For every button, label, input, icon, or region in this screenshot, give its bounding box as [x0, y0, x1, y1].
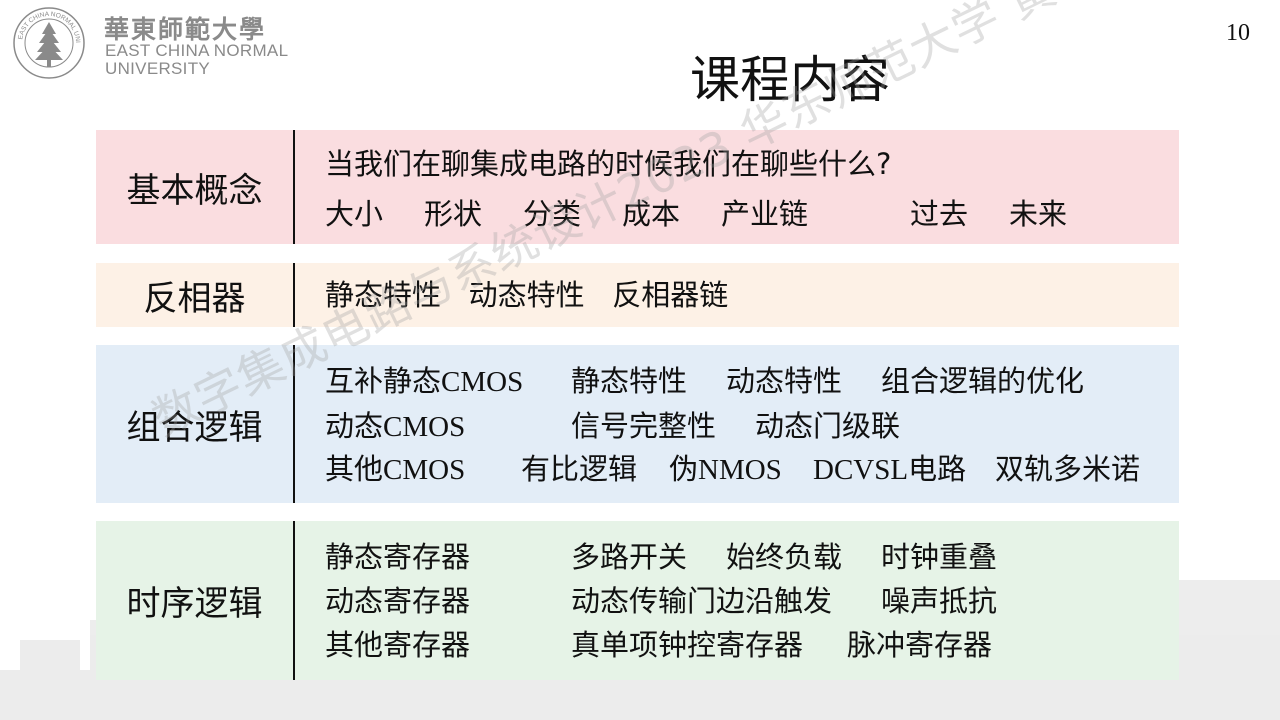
topic-item: 形状	[424, 197, 483, 231]
topic-items: 静态寄存器 多路开关 始终负载 时钟重叠 动态寄存器 动态传输门边沿触发 噪声抵…	[325, 521, 1179, 680]
divider-line	[293, 345, 295, 503]
topic-row-combinational-logic: 组合逻辑 互补静态CMOS 静态特性 动态特性 组合逻辑的优化 动态CMOS 信…	[96, 345, 1179, 503]
topic-item: 脉冲寄存器	[847, 628, 993, 662]
topic-item: 过去	[910, 197, 969, 231]
slide-title: 课程内容	[690, 51, 890, 109]
topic-item: 组合逻辑的优化	[881, 364, 1085, 398]
topic-row-inverter: 反相器 静态特性 动态特性 反相器链	[96, 263, 1179, 327]
topic-item: 动态特性	[726, 364, 843, 398]
topic-label: 时序逻辑	[126, 584, 263, 624]
topic-item: 其他寄存器	[325, 628, 471, 662]
topic-line: 静态特性 动态特性 反相器链	[325, 278, 729, 312]
topic-item: 成本	[622, 197, 681, 231]
topic-item: 真单项钟控寄存器	[571, 628, 804, 662]
topic-items: 静态特性 动态特性 反相器链	[325, 263, 1179, 327]
divider-line	[293, 521, 295, 680]
topic-item: 动态CMOS	[325, 409, 466, 443]
topic-item: 分类	[523, 197, 582, 231]
topic-row-basic-concepts: 基本概念 当我们在聊集成电路的时候我们在聊些什么? 大小 形状 分类 成本 产业…	[96, 130, 1179, 244]
topic-item: 未来	[1009, 197, 1068, 231]
topic-item: 动态门级联	[755, 409, 901, 443]
topic-item: 大小	[325, 197, 384, 231]
topic-item: 其他CMOS	[325, 452, 466, 486]
topic-label: 反相器	[143, 278, 246, 319]
topic-item: 伪NMOS	[669, 452, 782, 486]
topic-items: 互补静态CMOS 静态特性 动态特性 组合逻辑的优化 动态CMOS 信号完整性 …	[325, 345, 1179, 503]
topic-row-sequential-logic: 时序逻辑 静态寄存器 多路开关 始终负载 时钟重叠 动态寄存器 动态传输门边沿触…	[96, 521, 1179, 680]
topic-item: 静态寄存器	[325, 540, 471, 574]
topic-item: 静态特性	[571, 364, 688, 398]
divider-line	[293, 263, 295, 327]
topic-item: 产业链	[721, 197, 809, 231]
topic-item: 有比逻辑	[521, 452, 638, 486]
topic-item: 时钟重叠	[881, 540, 998, 574]
topic-item: 双轨多米诺	[995, 452, 1141, 486]
topic-item: 互补静态CMOS	[325, 364, 524, 398]
topic-item: 始终负载	[726, 540, 843, 574]
slide: EAST CHINA NORMAL UNIVERSITY 華東師範大學 EAST…	[0, 0, 1280, 720]
topic-item: DCVSL电路	[813, 452, 967, 486]
topic-item: 动态寄存器	[325, 584, 471, 618]
topic-line: 当我们在聊集成电路的时候我们在聊些什么?	[325, 147, 892, 181]
topic-label: 基本概念	[126, 170, 263, 211]
topic-items: 当我们在聊集成电路的时候我们在聊些什么? 大小 形状 分类 成本 产业链 过去 …	[325, 130, 1179, 244]
topic-item: 噪声抵抗	[881, 584, 998, 618]
topic-item: 动态传输门边沿触发	[571, 584, 833, 618]
divider-line	[293, 130, 295, 244]
topic-label: 组合逻辑	[126, 407, 263, 448]
topic-item: 多路开关	[571, 540, 688, 574]
topic-item: 信号完整性	[571, 409, 717, 443]
